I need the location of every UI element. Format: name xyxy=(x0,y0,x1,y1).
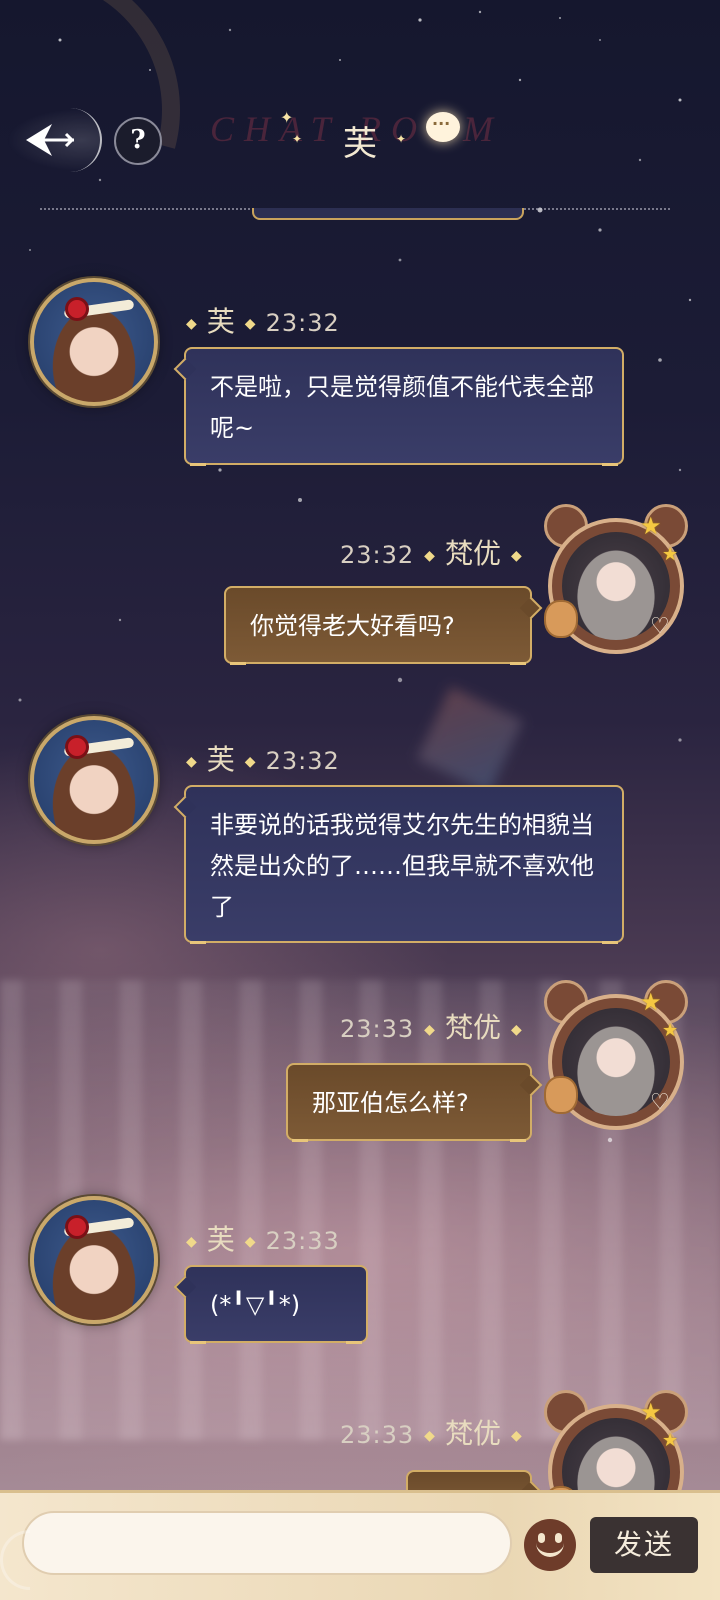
back-arrow-icon xyxy=(26,124,75,156)
message-time: 23:32 xyxy=(265,309,340,337)
message-text: 那亚伯怎么样? xyxy=(312,1089,469,1117)
message-bubble[interactable]: 那亚伯怎么样? xyxy=(286,1063,532,1142)
message-bubble[interactable]: 非要说的话我觉得艾尔先生的相貌当然是出众的了……但我早就不喜欢他了 xyxy=(184,785,624,944)
chat-bubble-icon xyxy=(426,112,460,142)
avatar-fu[interactable] xyxy=(30,1196,158,1324)
message-bubble[interactable]: 不是啦，只是觉得颜值不能代表全部呢~ xyxy=(184,347,624,466)
star-icon: ★ xyxy=(640,988,662,1016)
back-button[interactable] xyxy=(6,108,102,172)
message-header: 23:32 ◆ 梵优 ◆ xyxy=(340,537,522,570)
sparkle-icon: ✦ xyxy=(280,108,294,127)
star-icon: ★ xyxy=(662,1020,679,1041)
message-text: 你觉得老大好看吗? xyxy=(250,612,455,640)
heart-icon: ♡ xyxy=(650,614,670,639)
message-time: 23:32 xyxy=(265,747,340,775)
star-icon: ★ xyxy=(662,544,679,565)
teddy-bear-icon xyxy=(544,600,578,638)
message-header: 23:33 ◆ 梵优 ◆ xyxy=(340,1011,522,1044)
chat-title: 芙 xyxy=(343,124,377,164)
message-text: 非要说的话我觉得艾尔先生的相貌当然是出众的了……但我早就不喜欢他了 xyxy=(210,811,594,921)
message-text: (*╹▽╹*) xyxy=(210,1291,301,1319)
heart-icon: ♡ xyxy=(650,1090,670,1115)
avatar-fu[interactable] xyxy=(30,716,158,844)
sender-name: 芙 xyxy=(206,1223,235,1256)
message-header: ◆ 芙 ◆ 23:33 xyxy=(186,1223,340,1256)
previous-message-bubble xyxy=(252,208,524,220)
rainbow-flare xyxy=(416,686,524,794)
star-icon: ★ xyxy=(640,512,662,540)
send-button[interactable]: 发送 xyxy=(590,1517,698,1573)
message-time: 23:32 xyxy=(340,541,415,569)
message-text: 不是啦，只是觉得颜值不能代表全部呢~ xyxy=(210,373,594,442)
star-icon: ★ xyxy=(640,1398,662,1426)
avatar-fu[interactable] xyxy=(30,278,158,406)
sender-name: 梵优 xyxy=(444,1417,501,1450)
message-bubble[interactable]: (*╹▽╹*) xyxy=(184,1265,368,1344)
message-header: ◆ 芙 ◆ 23:32 xyxy=(186,305,340,338)
message-header: 23:33 ◆ 梵优 ◆ xyxy=(340,1417,522,1450)
avatar-fanyou[interactable]: ★ ★ ♡ xyxy=(538,504,694,660)
sender-name: 芙 xyxy=(206,743,235,776)
message-bubble[interactable]: 你觉得老大好看吗? xyxy=(224,586,532,665)
help-button[interactable]: ? xyxy=(114,117,162,165)
message-time: 23:33 xyxy=(340,1015,415,1043)
star-icon: ★ xyxy=(662,1430,679,1451)
sender-name: 梵优 xyxy=(444,1011,501,1044)
avatar-fanyou[interactable]: ★ ★ ♡ xyxy=(538,980,694,1136)
sender-name: 梵优 xyxy=(444,537,501,570)
teddy-bear-icon xyxy=(544,1076,578,1114)
emoji-icon[interactable] xyxy=(524,1519,576,1571)
message-input-bar: 发送 xyxy=(0,1490,720,1600)
chat-header: ? CHAT ROOM ✦ ✦ ✦ 芙 xyxy=(0,0,720,220)
message-time: 23:33 xyxy=(340,1421,415,1449)
message-header: ◆ 芙 ◆ 23:32 xyxy=(186,743,340,776)
message-input[interactable] xyxy=(22,1511,512,1575)
message-time: 23:33 xyxy=(265,1227,340,1255)
sender-name: 芙 xyxy=(206,305,235,338)
